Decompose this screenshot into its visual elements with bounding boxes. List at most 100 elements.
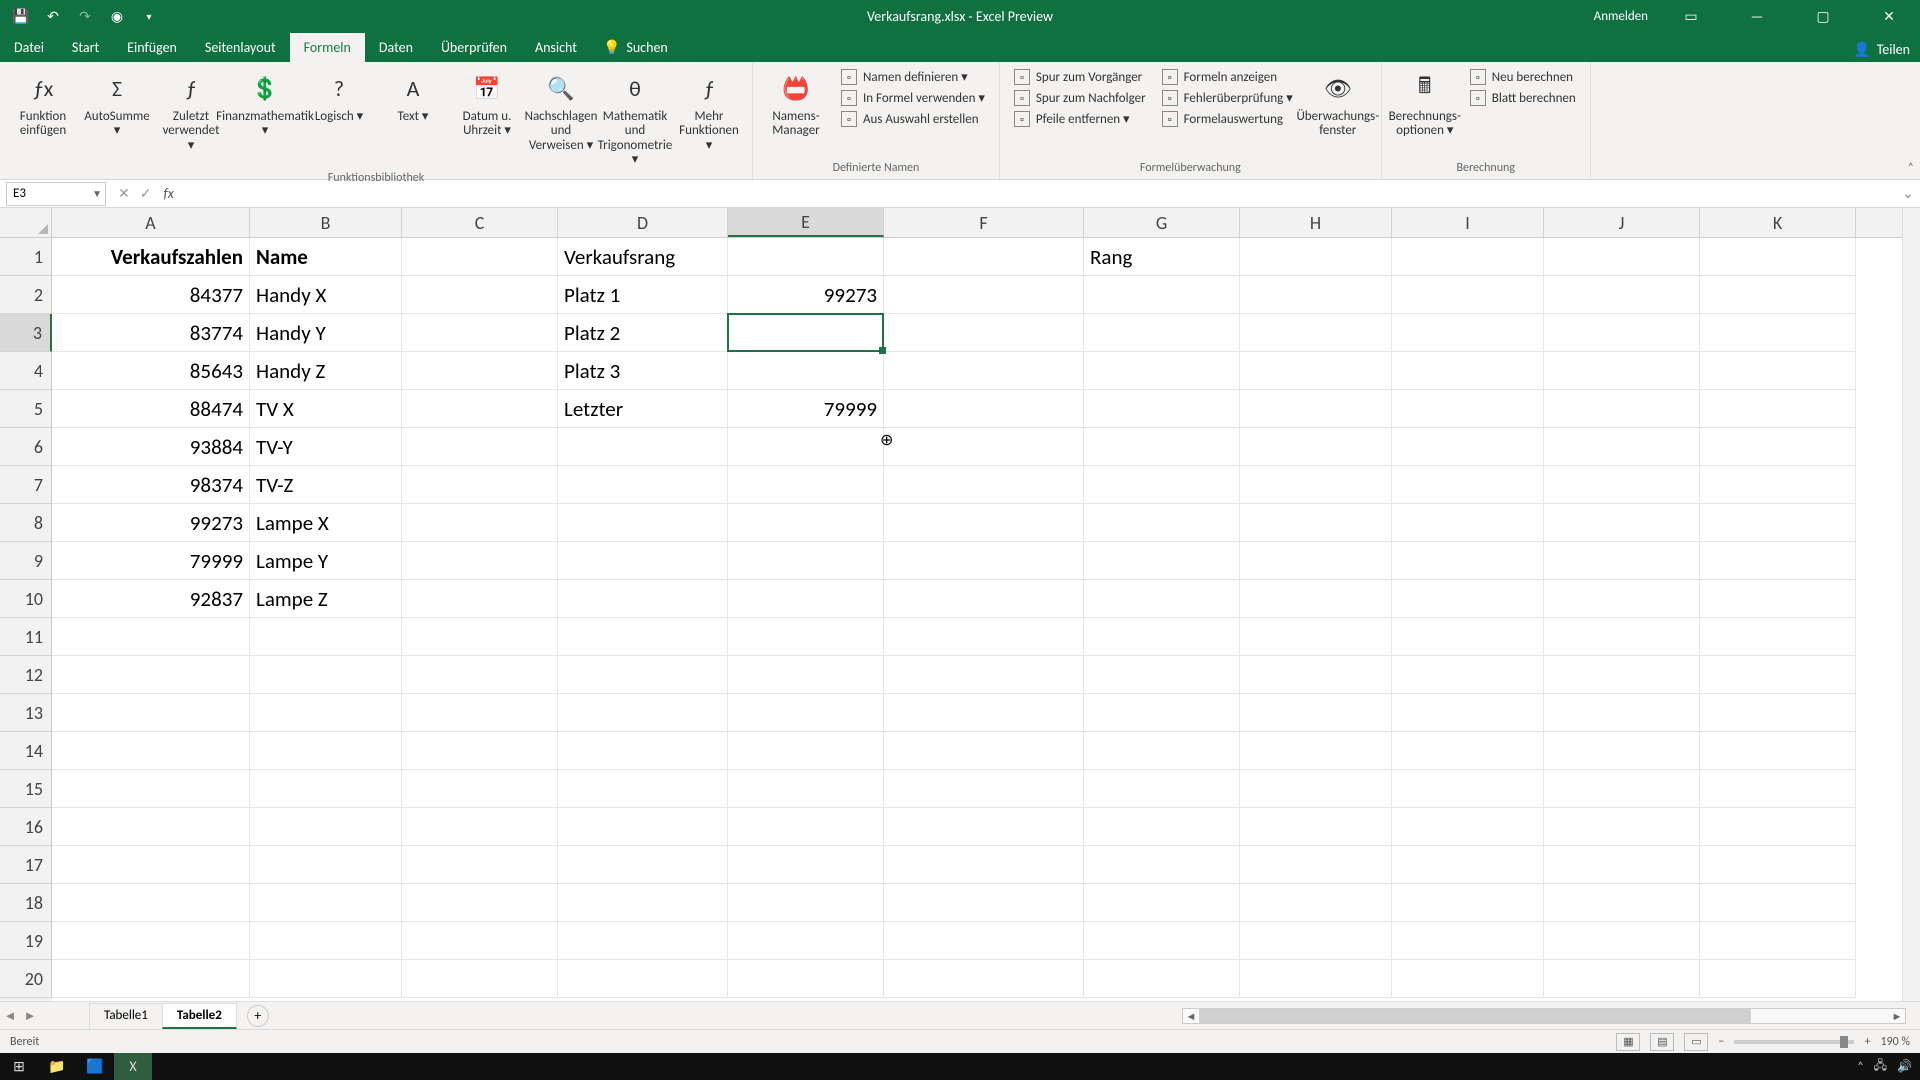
audit-b-0[interactable]: ▫Formeln anzeigen bbox=[1158, 68, 1297, 86]
cell-A4[interactable]: 85643 bbox=[52, 352, 250, 390]
audit-a-2[interactable]: ▫Pfeile entfernen ▾ bbox=[1010, 110, 1150, 128]
cell-E16[interactable] bbox=[728, 808, 884, 846]
cell-F8[interactable] bbox=[884, 504, 1084, 542]
cell-B5[interactable]: TV X bbox=[250, 390, 402, 428]
cell-J17[interactable] bbox=[1544, 846, 1700, 884]
cell-I16[interactable] bbox=[1392, 808, 1544, 846]
cell-B7[interactable]: TV-Z bbox=[250, 466, 402, 504]
cell-B10[interactable]: Lampe Z bbox=[250, 580, 402, 618]
col-header-F[interactable]: F bbox=[884, 208, 1084, 237]
cell-G19[interactable] bbox=[1084, 922, 1240, 960]
cell-J2[interactable] bbox=[1544, 276, 1700, 314]
cell-F10[interactable] bbox=[884, 580, 1084, 618]
zoom-slider[interactable] bbox=[1734, 1040, 1854, 1044]
cell-D11[interactable] bbox=[558, 618, 728, 656]
cell-K9[interactable] bbox=[1700, 542, 1856, 580]
row-header-5[interactable]: 5 bbox=[0, 390, 52, 428]
qat-dropdown-icon[interactable]: ▾ bbox=[140, 7, 158, 25]
column-headers[interactable]: ABCDEFGHIJK bbox=[52, 208, 1902, 238]
cell-H15[interactable] bbox=[1240, 770, 1392, 808]
cell-J12[interactable] bbox=[1544, 656, 1700, 694]
cell-K17[interactable] bbox=[1700, 846, 1856, 884]
minimize-button[interactable]: — bbox=[1734, 0, 1780, 32]
tray-network-icon[interactable]: 🖧 bbox=[1874, 1056, 1887, 1077]
cell-F3[interactable] bbox=[884, 314, 1084, 352]
close-button[interactable]: ✕ bbox=[1866, 0, 1912, 32]
cell-K14[interactable] bbox=[1700, 732, 1856, 770]
calc-options-button[interactable]: 🖩Berechnungs-optionen ▾ bbox=[1390, 66, 1460, 143]
cell-D3[interactable]: Platz 2 bbox=[558, 314, 728, 352]
ribbon-tab-überprüfen[interactable]: Überprüfen bbox=[427, 33, 521, 62]
cell-C17[interactable] bbox=[402, 846, 558, 884]
cell-K8[interactable] bbox=[1700, 504, 1856, 542]
cell-I3[interactable] bbox=[1392, 314, 1544, 352]
tray-sound-icon[interactable]: 🔊 bbox=[1897, 1059, 1912, 1074]
tray-up-icon[interactable]: ˄ bbox=[1857, 1060, 1863, 1074]
cell-B20[interactable] bbox=[250, 960, 402, 998]
cell-K13[interactable] bbox=[1700, 694, 1856, 732]
redo-icon[interactable]: ↷ bbox=[76, 7, 94, 25]
cell-H19[interactable] bbox=[1240, 922, 1392, 960]
cell-B2[interactable]: Handy X bbox=[250, 276, 402, 314]
cell-J1[interactable] bbox=[1544, 238, 1700, 276]
funclib-btn-1[interactable]: ΣAutoSumme ▾ bbox=[82, 66, 152, 143]
cell-I4[interactable] bbox=[1392, 352, 1544, 390]
cell-A8[interactable]: 99273 bbox=[52, 504, 250, 542]
cell-G10[interactable] bbox=[1084, 580, 1240, 618]
cell-E18[interactable] bbox=[728, 884, 884, 922]
cell-H17[interactable] bbox=[1240, 846, 1392, 884]
col-header-B[interactable]: B bbox=[250, 208, 402, 237]
cell-C12[interactable] bbox=[402, 656, 558, 694]
cell-H5[interactable] bbox=[1240, 390, 1392, 428]
view-normal-button[interactable]: ▦ bbox=[1616, 1033, 1640, 1051]
cell-F1[interactable] bbox=[884, 238, 1084, 276]
cell-D19[interactable] bbox=[558, 922, 728, 960]
cell-G3[interactable] bbox=[1084, 314, 1240, 352]
cell-A5[interactable]: 88474 bbox=[52, 390, 250, 428]
row-header-8[interactable]: 8 bbox=[0, 504, 52, 542]
ribbon-tab-datei[interactable]: Datei bbox=[0, 33, 58, 62]
cell-B12[interactable] bbox=[250, 656, 402, 694]
cell-F11[interactable] bbox=[884, 618, 1084, 656]
zoom-out-button[interactable]: − bbox=[1718, 1035, 1724, 1049]
row-headers[interactable]: 1234567891011121314151617181920 bbox=[0, 238, 52, 1001]
cell-E15[interactable] bbox=[728, 770, 884, 808]
funclib-btn-8[interactable]: θMathematik und Trigonometrie ▾ bbox=[600, 66, 670, 171]
cell-H14[interactable] bbox=[1240, 732, 1392, 770]
cell-F2[interactable] bbox=[884, 276, 1084, 314]
cell-H2[interactable] bbox=[1240, 276, 1392, 314]
cell-I9[interactable] bbox=[1392, 542, 1544, 580]
cell-C10[interactable] bbox=[402, 580, 558, 618]
cell-H9[interactable] bbox=[1240, 542, 1392, 580]
cell-G8[interactable] bbox=[1084, 504, 1240, 542]
cell-I1[interactable] bbox=[1392, 238, 1544, 276]
cell-C5[interactable] bbox=[402, 390, 558, 428]
cell-F12[interactable] bbox=[884, 656, 1084, 694]
cell-B19[interactable] bbox=[250, 922, 402, 960]
col-header-G[interactable]: G bbox=[1084, 208, 1240, 237]
row-header-3[interactable]: 3 bbox=[0, 314, 52, 352]
cell-E9[interactable] bbox=[728, 542, 884, 580]
collapse-ribbon-icon[interactable]: ˄ bbox=[1908, 161, 1914, 175]
cell-I20[interactable] bbox=[1392, 960, 1544, 998]
col-header-K[interactable]: K bbox=[1700, 208, 1856, 237]
cell-D16[interactable] bbox=[558, 808, 728, 846]
cell-J5[interactable] bbox=[1544, 390, 1700, 428]
cell-C1[interactable] bbox=[402, 238, 558, 276]
cell-I8[interactable] bbox=[1392, 504, 1544, 542]
cell-H8[interactable] bbox=[1240, 504, 1392, 542]
cell-A1[interactable]: Verkaufszahlen bbox=[52, 238, 250, 276]
cell-E5[interactable]: 79999 bbox=[728, 390, 884, 428]
cell-D7[interactable] bbox=[558, 466, 728, 504]
cell-F19[interactable] bbox=[884, 922, 1084, 960]
funclib-btn-6[interactable]: 📅Datum u. Uhrzeit ▾ bbox=[452, 66, 522, 143]
name-box[interactable]: E3 ▼ bbox=[6, 182, 106, 206]
cell-D15[interactable] bbox=[558, 770, 728, 808]
cell-D14[interactable] bbox=[558, 732, 728, 770]
cell-I5[interactable] bbox=[1392, 390, 1544, 428]
row-header-1[interactable]: 1 bbox=[0, 238, 52, 276]
cell-J16[interactable] bbox=[1544, 808, 1700, 846]
vertical-scrollbar[interactable] bbox=[1902, 208, 1920, 1001]
hscroll-thumb[interactable] bbox=[1199, 1009, 1751, 1023]
start-button[interactable]: ⊞ bbox=[0, 1053, 38, 1080]
